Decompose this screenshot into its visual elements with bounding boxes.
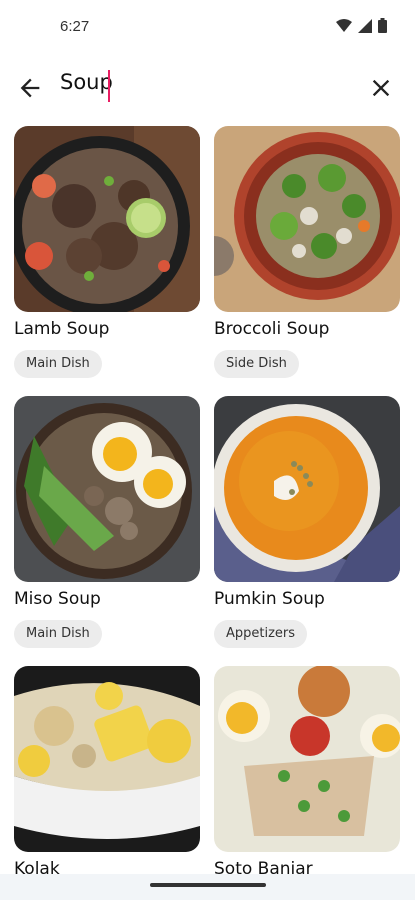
- recipe-card-kolak[interactable]: Kolak: [14, 666, 200, 879]
- wifi-icon: [336, 18, 352, 32]
- category-chip: Main Dish: [14, 620, 102, 648]
- category-chip: Main Dish: [14, 350, 102, 378]
- category-chip: Side Dish: [214, 350, 299, 378]
- recipe-card-pumkin-soup[interactable]: Pumkin Soup Appetizers: [214, 396, 400, 648]
- system-nav-bar: [0, 874, 415, 900]
- recipe-image: [214, 666, 400, 852]
- recipe-title: Broccoli Soup: [214, 319, 330, 339]
- recipe-image: [214, 396, 400, 582]
- gesture-handle[interactable]: [150, 883, 266, 887]
- recipe-image: [14, 126, 200, 312]
- status-time: 6:27: [60, 18, 90, 35]
- recipe-card-broccoli-soup[interactable]: Broccoli Soup Side Dish: [214, 126, 400, 378]
- category-chip: Appetizers: [214, 620, 308, 648]
- text-caret: [108, 70, 110, 102]
- recipe-title: Pumkin Soup: [214, 589, 325, 609]
- recipe-card-soto-banjar[interactable]: Soto Banjar: [214, 666, 400, 879]
- recipe-title: Miso Soup: [14, 589, 101, 609]
- status-icons: [336, 18, 387, 33]
- recipe-image: [214, 126, 400, 312]
- signal-icon: [358, 18, 372, 33]
- recipe-card-lamb-soup[interactable]: Lamb Soup Main Dish: [14, 126, 200, 378]
- search-bar: Soup: [0, 60, 415, 114]
- close-icon: [372, 79, 390, 97]
- back-button[interactable]: [16, 74, 44, 102]
- recipe-image: [14, 666, 200, 852]
- clear-search-button[interactable]: [367, 74, 395, 102]
- recipe-title: Lamb Soup: [14, 319, 110, 339]
- status-bar: 6:27: [0, 0, 415, 56]
- battery-icon: [378, 18, 387, 33]
- arrow-back-icon: [20, 78, 40, 98]
- search-input[interactable]: Soup: [60, 70, 113, 94]
- recipe-card-miso-soup[interactable]: Miso Soup Main Dish: [14, 396, 200, 648]
- recipe-image: [14, 396, 200, 582]
